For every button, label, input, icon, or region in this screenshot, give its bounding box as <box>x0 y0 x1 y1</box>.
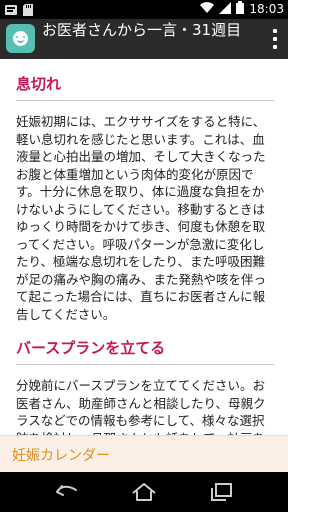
section-body-breathlessness: 妊娠初期には、エクササイズをすると特に、軽い息切れを感じたと思います。これは、血… <box>16 114 267 322</box>
overflow-menu-icon[interactable] <box>272 29 278 49</box>
status-bar: 18:03 <box>0 0 288 19</box>
navigation-bar <box>0 472 288 512</box>
pregnancy-calendar-label: 妊娠カレンダー <box>12 448 110 464</box>
article-content[interactable]: 息切れ 妊娠初期には、エクササイズをすると特に、軽い息切れを感じたと思います。こ… <box>0 59 288 435</box>
recent-apps-icon[interactable] <box>206 480 236 504</box>
section-title-birth-plan: バースプランを立てる <box>16 338 274 365</box>
section-title-breathlessness: 息切れ <box>16 74 274 101</box>
home-icon[interactable] <box>129 480 159 504</box>
action-bar: お医者さんから一言・31週目 <box>0 19 288 59</box>
back-icon[interactable] <box>52 480 82 504</box>
page-title: お医者さんから一言・31週目 <box>42 21 242 39</box>
smiley-face-icon[interactable] <box>6 24 35 53</box>
status-time: 18:03 <box>249 2 284 16</box>
section-body-birth-plan: 分娩前にバースプランを立ててください。お医者さん、助産師さんと相談したり、母親ク… <box>16 378 266 435</box>
signal-icon <box>219 1 232 17</box>
wifi-icon <box>200 1 215 17</box>
pregnancy-calendar-tab[interactable]: 妊娠カレンダー <box>0 435 288 472</box>
battery-icon <box>236 1 245 17</box>
